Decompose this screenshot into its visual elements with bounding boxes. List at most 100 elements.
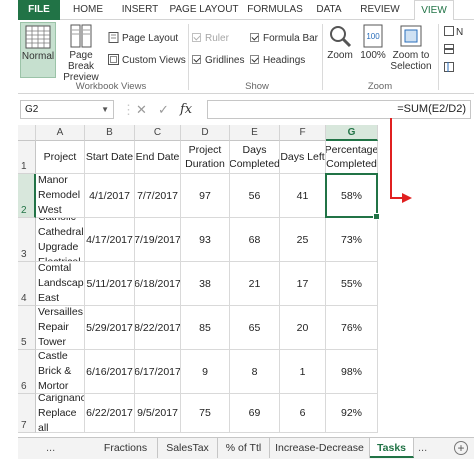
tab-file[interactable]: FILE bbox=[18, 0, 60, 20]
table-cell[interactable]: 73% bbox=[326, 218, 378, 262]
arrange-all-icon bbox=[444, 44, 454, 54]
table-cell[interactable]: 5/11/2017 bbox=[85, 262, 135, 306]
zoom-100-button[interactable]: 100 100% bbox=[358, 22, 388, 78]
table-cell[interactable]: Blarney Castle Brick & Mortor Repair bbox=[36, 350, 85, 394]
row-header-7[interactable]: 7 bbox=[18, 394, 36, 433]
row-header-5[interactable]: 5 bbox=[18, 306, 36, 350]
zoom-label: Zoom bbox=[327, 50, 353, 61]
more-sheets-ellipsis-right[interactable]: ... bbox=[418, 438, 427, 458]
table-cell[interactable]: Château Comtal Landscape East Garden bbox=[36, 262, 85, 306]
header-cell[interactable]: Project Duration bbox=[181, 141, 230, 174]
tab-review[interactable]: REVIEW bbox=[352, 0, 408, 20]
table-cell[interactable]: 17 bbox=[280, 262, 326, 306]
table-cell[interactable]: 21 bbox=[230, 262, 280, 306]
table-cell[interactable]: 98% bbox=[326, 350, 378, 394]
table-cell[interactable]: 6 bbox=[280, 394, 326, 433]
table-cell[interactable]: 38 bbox=[181, 262, 230, 306]
table-cell[interactable]: 6/17/2017 bbox=[135, 350, 181, 394]
header-cell[interactable]: Project bbox=[36, 141, 85, 174]
custom-views-button[interactable]: Custom Views bbox=[108, 54, 186, 68]
table-cell[interactable]: 41 bbox=[280, 174, 326, 218]
zoom-to-selection-button[interactable]: Zoom to Selection bbox=[390, 22, 432, 78]
header-cell[interactable]: Days Completed bbox=[230, 141, 280, 174]
table-cell[interactable]: 56 bbox=[230, 174, 280, 218]
column-header-d[interactable]: D bbox=[181, 125, 230, 141]
table-cell[interactable]: 4/17/2017 bbox=[85, 218, 135, 262]
table-cell[interactable]: 65 bbox=[230, 306, 280, 350]
row-header-2[interactable]: 2 bbox=[18, 174, 36, 218]
table-cell[interactable]: Palace of Versailles Repair Tower Spires bbox=[36, 306, 85, 350]
more-sheets-ellipsis[interactable]: ... bbox=[46, 438, 55, 458]
headings-checkbox[interactable]: Headings bbox=[250, 54, 305, 68]
gridlines-checkbox[interactable]: Gridlines bbox=[192, 54, 244, 68]
table-cell[interactable]: 6/18/2017 bbox=[135, 262, 181, 306]
header-cell[interactable]: Percentage Completed bbox=[326, 141, 378, 174]
column-header-b[interactable]: B bbox=[85, 125, 135, 141]
arrange-all-button[interactable] bbox=[444, 44, 454, 58]
cancel-icon[interactable]: ✕ bbox=[136, 100, 147, 119]
table-cell[interactable]: 9 bbox=[181, 350, 230, 394]
table-cell[interactable]: 7/7/2017 bbox=[135, 174, 181, 218]
table-cell[interactable]: 68 bbox=[230, 218, 280, 262]
page-layout-view-button[interactable]: Page Layout bbox=[108, 32, 178, 46]
table-cell[interactable]: 6/16/2017 bbox=[85, 350, 135, 394]
normal-view-button[interactable]: Normal bbox=[20, 22, 56, 78]
sheet-tab-salestax[interactable]: SalesTax bbox=[158, 438, 218, 458]
sheet-tab-fractions[interactable]: Fractions bbox=[94, 438, 158, 458]
name-box[interactable]: G2 ▼ bbox=[20, 100, 114, 119]
ruler-checkbox[interactable]: Ruler bbox=[192, 32, 229, 46]
column-header-c[interactable]: C bbox=[135, 125, 181, 141]
tab-page-layout[interactable]: PAGE LAYOUT bbox=[168, 0, 240, 20]
add-sheet-icon[interactable]: + bbox=[454, 441, 468, 455]
insert-function-icon[interactable]: fx bbox=[180, 100, 192, 119]
page-break-preview-button[interactable]: Page Break Preview bbox=[58, 22, 104, 83]
formula-input[interactable]: =SUM(E2/D2) bbox=[207, 100, 471, 119]
column-header-e[interactable]: E bbox=[230, 125, 280, 141]
tab-insert[interactable]: INSERT bbox=[114, 0, 166, 20]
column-header-g[interactable]: G bbox=[326, 125, 378, 141]
tab-view[interactable]: VIEW bbox=[414, 0, 454, 21]
row-header-3[interactable]: 3 bbox=[18, 218, 36, 262]
select-all-corner[interactable] bbox=[18, 125, 36, 141]
new-window-button[interactable]: N bbox=[444, 26, 463, 40]
table-cell[interactable]: 97 bbox=[181, 174, 230, 218]
table-cell[interactable]: 4/1/2017 bbox=[85, 174, 135, 218]
header-cell[interactable]: Days Left bbox=[280, 141, 326, 174]
table-cell[interactable]: 8/22/2017 bbox=[135, 306, 181, 350]
formula-bar-checkbox[interactable]: Formula Bar bbox=[250, 32, 318, 46]
column-header-a[interactable]: A bbox=[36, 125, 85, 141]
table-cell[interactable]: 5/29/2017 bbox=[85, 306, 135, 350]
table-cell[interactable]: 85 bbox=[181, 306, 230, 350]
table-cell[interactable]: Catholic Cathedral Upgrade Electrical bbox=[36, 218, 85, 262]
table-cell[interactable]: 75 bbox=[181, 394, 230, 433]
row-header-4[interactable]: 4 bbox=[18, 262, 36, 306]
table-cell[interactable]: 7/19/2017 bbox=[135, 218, 181, 262]
row-header-6[interactable]: 6 bbox=[18, 350, 36, 394]
table-cell[interactable]: 9/5/2017 bbox=[135, 394, 181, 433]
tab-data[interactable]: DATA bbox=[308, 0, 350, 20]
table-cell[interactable]: 20 bbox=[280, 306, 326, 350]
table-cell[interactable]: 93 bbox=[181, 218, 230, 262]
header-cell[interactable]: End Date bbox=[135, 141, 181, 174]
tab-home[interactable]: HOME bbox=[64, 0, 112, 20]
sheet-tab-increase-decrease[interactable]: Increase-Decrease bbox=[270, 438, 370, 458]
freeze-panes-button[interactable] bbox=[444, 62, 454, 76]
zoom-button[interactable]: Zoom bbox=[324, 22, 356, 78]
header-cell[interactable]: Start Date bbox=[85, 141, 135, 174]
table-cell[interactable]: 1 bbox=[280, 350, 326, 394]
tab-formulas[interactable]: FORMULAS bbox=[244, 0, 306, 20]
column-header-f[interactable]: F bbox=[280, 125, 326, 141]
table-cell[interactable]: Greystoke Manor Remodel West Wing bbox=[36, 174, 85, 218]
sheet-tab-pct-of-total[interactable]: % of Ttl bbox=[218, 438, 270, 458]
table-cell[interactable]: 92% bbox=[326, 394, 378, 433]
table-cell[interactable]: Palazzo Carignano Replace all Windows bbox=[36, 394, 85, 433]
table-cell[interactable]: 25 bbox=[280, 218, 326, 262]
sheet-tab-tasks[interactable]: Tasks bbox=[370, 438, 414, 458]
table-cell[interactable]: 8 bbox=[230, 350, 280, 394]
row-header-1[interactable]: 1 bbox=[18, 141, 36, 174]
enter-icon[interactable]: ✓ bbox=[158, 100, 169, 119]
table-cell[interactable]: 76% bbox=[326, 306, 378, 350]
table-cell[interactable]: 69 bbox=[230, 394, 280, 433]
table-cell[interactable]: 6/22/2017 bbox=[85, 394, 135, 433]
table-cell[interactable]: 55% bbox=[326, 262, 378, 306]
